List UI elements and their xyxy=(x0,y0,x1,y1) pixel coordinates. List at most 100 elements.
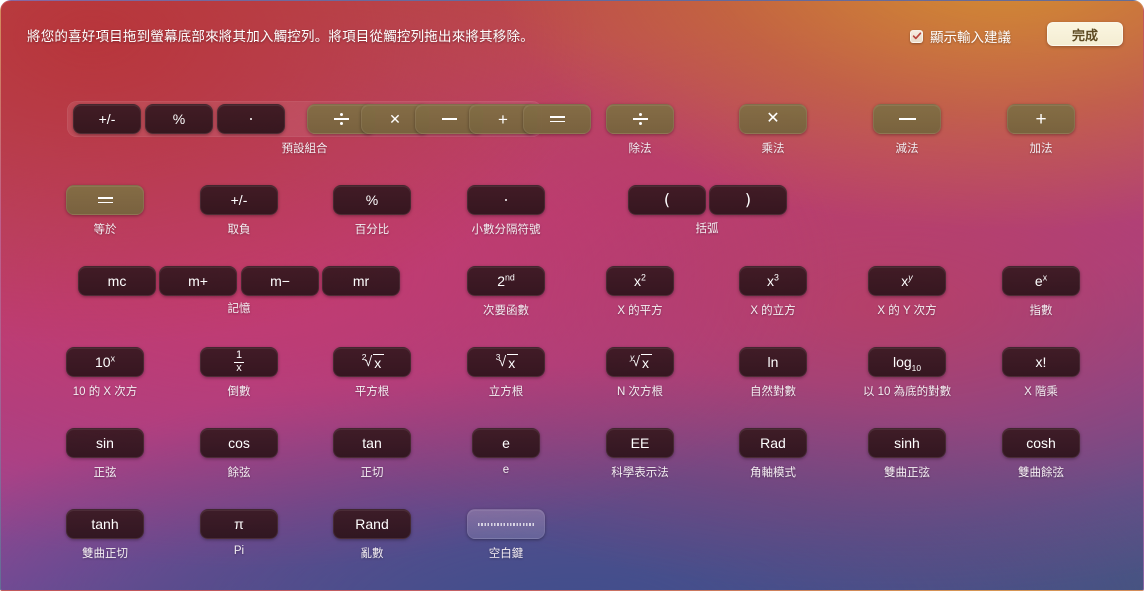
space-caption: 空白鍵 xyxy=(488,548,524,560)
sin-button[interactable]: sin xyxy=(66,428,144,458)
second-function-label: 2nd xyxy=(497,272,515,289)
palette-item-decimal[interactable]: 小數分隔符號 xyxy=(431,185,581,237)
palette-item-square-root[interactable]: 2 √ x 平方根 xyxy=(297,347,447,399)
palette-item-x-cubed[interactable]: x3 X 的立方 xyxy=(698,266,848,318)
pi-button[interactable]: π xyxy=(200,509,278,539)
palette-item-sinh[interactable]: sinh 雙曲正弦 xyxy=(832,428,982,480)
tanh-button[interactable]: tanh xyxy=(66,509,144,539)
palette-item-rand[interactable]: Rand 亂數 xyxy=(297,509,447,561)
palette-item-log10[interactable]: log10 以 10 為底的對數 xyxy=(832,347,982,399)
ee-button[interactable]: EE xyxy=(606,428,674,458)
palette-item-tan[interactable]: tan 正切 xyxy=(297,428,447,480)
palette-item-plus-minus[interactable]: +/- 取負 xyxy=(164,185,314,237)
square-root-button[interactable]: 2 √ x xyxy=(333,347,411,377)
rad-button[interactable]: Rad xyxy=(739,428,807,458)
percent-button[interactable]: % xyxy=(333,185,411,215)
ln-caption: 自然對數 xyxy=(750,386,796,398)
e-pow-x-button[interactable]: ex xyxy=(1002,266,1080,296)
palette-item-paren-close[interactable]: ) xyxy=(673,185,823,215)
decimal-button[interactable] xyxy=(467,185,545,215)
palette-item-percent[interactable]: % 百分比 xyxy=(297,185,447,237)
pi-caption: Pi xyxy=(233,545,245,557)
reciprocal-button[interactable]: 1x xyxy=(200,347,278,377)
multiply-icon: ✕ xyxy=(766,110,780,127)
factorial-caption: X 階乘 xyxy=(1024,386,1058,398)
palette-item-cosh[interactable]: cosh 雙曲餘弦 xyxy=(966,428,1116,480)
palette-item-factorial[interactable]: x! X 階乘 xyxy=(966,347,1116,399)
default-set-percent-button[interactable]: % xyxy=(145,104,213,134)
multiply-icon: ✕ xyxy=(389,111,401,127)
plus-minus-icon: +/- xyxy=(230,192,248,208)
multiply-caption: 乘法 xyxy=(761,143,785,155)
equals-button[interactable] xyxy=(66,185,144,215)
subtract-button[interactable] xyxy=(873,104,941,134)
palette-item-sin[interactable]: sin 正弦 xyxy=(30,428,180,480)
e-label: e xyxy=(502,435,510,451)
percent-icon: % xyxy=(172,111,186,127)
e-button[interactable]: e xyxy=(472,428,540,458)
paren-open-icon: ( xyxy=(663,190,671,209)
palette-item-ee[interactable]: EE 科學表示法 xyxy=(565,428,715,480)
tan-caption: 正切 xyxy=(360,467,384,479)
log10-button[interactable]: log10 xyxy=(868,347,946,377)
tan-button[interactable]: tan xyxy=(333,428,411,458)
second-function-caption: 次要函數 xyxy=(483,305,529,317)
palette-item-pi[interactable]: π Pi xyxy=(164,509,314,557)
palette-item-tanh[interactable]: tanh 雙曲正切 xyxy=(30,509,180,561)
factorial-label: x! xyxy=(1035,354,1047,370)
palette-item-nth-root[interactable]: y √ x N 次方根 xyxy=(565,347,715,399)
factorial-button[interactable]: x! xyxy=(1002,347,1080,377)
paren-close-button[interactable]: ) xyxy=(709,185,787,215)
divide-caption: 除法 xyxy=(628,143,652,155)
palette-item-ln[interactable]: ln 自然對數 xyxy=(698,347,848,399)
divide-button[interactable] xyxy=(606,104,674,134)
palette-item-x-pow-y[interactable]: xy X 的 Y 次方 xyxy=(832,266,982,318)
sinh-button[interactable]: sinh xyxy=(868,428,946,458)
palette-item-subtract[interactable]: 減法 xyxy=(832,104,982,156)
palette-item-reciprocal[interactable]: 1x 倒數 xyxy=(164,347,314,399)
x-pow-y-caption: X 的 Y 次方 xyxy=(877,305,937,317)
palette-item-divide[interactable]: 除法 xyxy=(565,104,715,156)
palette-item-second-function[interactable]: 2nd 次要函數 xyxy=(431,266,581,318)
palette-item-add[interactable]: + 加法 xyxy=(966,104,1116,156)
plus-minus-button[interactable]: +/- xyxy=(200,185,278,215)
palette-item-x-squared[interactable]: x2 X 的平方 xyxy=(565,266,715,318)
cube-root-button[interactable]: 3 √ x xyxy=(467,347,545,377)
rand-button[interactable]: Rand xyxy=(333,509,411,539)
e-caption: e xyxy=(502,464,510,476)
multiply-button[interactable]: ✕ xyxy=(739,104,807,134)
log10-label: log10 xyxy=(892,354,921,373)
default-set-decimal-button[interactable] xyxy=(217,104,285,134)
palette-item-mr[interactable]: mr xyxy=(286,266,436,296)
add-button[interactable]: + xyxy=(1007,104,1075,134)
palette-item-space[interactable]: 空白鍵 xyxy=(431,509,581,561)
space-key-button[interactable] xyxy=(467,509,545,539)
palette-item-e[interactable]: e e xyxy=(431,428,581,476)
subtract-caption: 減法 xyxy=(895,143,919,155)
palette-item-cube-root[interactable]: 3 √ x 立方根 xyxy=(431,347,581,399)
memory-recall-button[interactable]: mr xyxy=(322,266,400,296)
palette-item-e-pow-x[interactable]: ex 指數 xyxy=(966,266,1116,318)
default-set-group[interactable]: +/- % ✕ + xyxy=(67,101,591,137)
natural-log-button[interactable]: ln xyxy=(739,347,807,377)
cosh-button[interactable]: cosh xyxy=(1002,428,1080,458)
palette-item-multiply[interactable]: ✕ 乘法 xyxy=(698,104,848,156)
ten-pow-x-button[interactable]: 10x xyxy=(66,347,144,377)
second-function-button[interactable]: 2nd xyxy=(467,266,545,296)
plus-minus-caption: 取負 xyxy=(227,224,251,236)
nth-root-button[interactable]: y √ x xyxy=(606,347,674,377)
reciprocal-caption: 倒數 xyxy=(227,386,251,398)
equals-icon xyxy=(97,197,113,203)
palette-item-ten-pow-x[interactable]: 10x 10 的 X 次方 xyxy=(30,347,180,399)
x-cubed-button[interactable]: x3 xyxy=(739,266,807,296)
sin-label: sin xyxy=(96,435,114,451)
palette-item-rad[interactable]: Rad 角軸模式 xyxy=(698,428,848,480)
x-pow-y-button[interactable]: xy xyxy=(868,266,946,296)
x-squared-button[interactable]: x2 xyxy=(606,266,674,296)
default-set-plus-minus-button[interactable]: +/- xyxy=(73,104,141,134)
cos-button[interactable]: cos xyxy=(200,428,278,458)
palette-item-cos[interactable]: cos 餘弦 xyxy=(164,428,314,480)
x-pow-y-label: xy xyxy=(901,272,913,289)
pi-icon: π xyxy=(234,516,244,532)
palette-item-equals[interactable]: 等於 xyxy=(30,185,180,237)
